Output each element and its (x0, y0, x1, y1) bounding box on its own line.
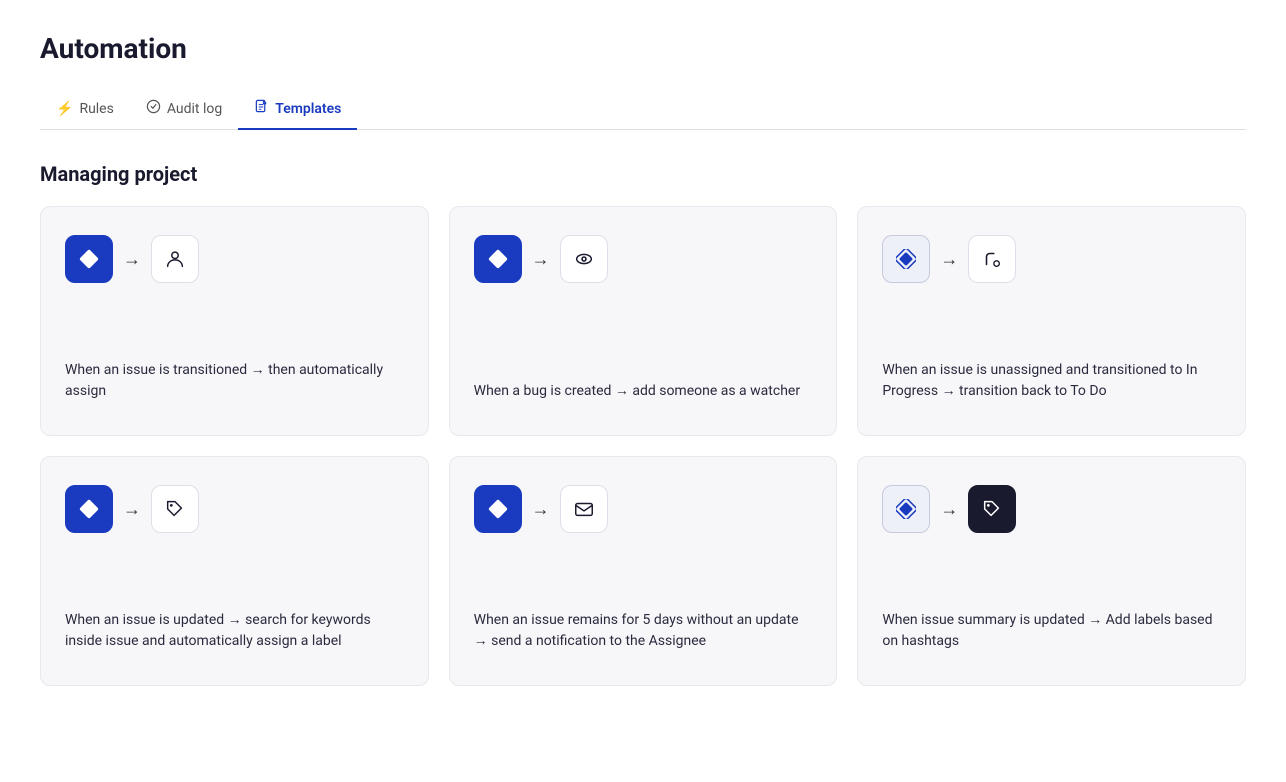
card-6-right-icon (968, 485, 1016, 533)
tabs-container: ⚡ Rules Audit log (40, 89, 1246, 130)
card-2[interactable]: → When a bug is created → add someone as… (449, 206, 838, 436)
card-1-text: When an issue is transitioned → then aut… (65, 360, 404, 403)
card-3[interactable]: → When an issue is unassigned and transi… (857, 206, 1246, 436)
page-container: Automation ⚡ Rules Audit log (0, 0, 1286, 718)
card-6[interactable]: → When issue summary is updated → Add la… (857, 456, 1246, 686)
card-5-icons: → (474, 485, 813, 533)
card-6-text: When issue summary is updated → Add labe… (882, 610, 1221, 653)
card-5-text: When an issue remains for 5 days without… (474, 610, 813, 653)
card-4-arrow: → (123, 499, 141, 520)
card-1-arrow: → (123, 249, 141, 270)
card-3-text: When an issue is unassigned and transiti… (882, 360, 1221, 403)
tab-rules[interactable]: ⚡ Rules (40, 89, 130, 130)
card-2-icons: → (474, 235, 813, 283)
card-1-right-icon (151, 235, 199, 283)
card-3-left-icon (882, 235, 930, 283)
tab-templates[interactable]: Templates (238, 89, 357, 130)
card-5[interactable]: → When an issue remains for 5 days witho… (449, 456, 838, 686)
card-6-icons: → (882, 485, 1221, 533)
lightning-icon: ⚡ (56, 101, 73, 117)
card-4-icons: → (65, 485, 404, 533)
card-4-text: When an issue is updated → search for ke… (65, 610, 404, 653)
card-6-arrow: → (940, 499, 958, 520)
card-4-left-icon (65, 485, 113, 533)
card-6-left-icon (882, 485, 930, 533)
card-5-left-icon (474, 485, 522, 533)
card-1[interactable]: → When an issue is transitioned → then a… (40, 206, 429, 436)
card-3-icons: → (882, 235, 1221, 283)
card-4-right-icon (151, 485, 199, 533)
document-icon (254, 99, 269, 118)
card-2-right-icon (560, 235, 608, 283)
clock-check-icon (146, 99, 161, 118)
card-3-arrow: → (940, 249, 958, 270)
card-1-left-icon (65, 235, 113, 283)
card-1-icons: → (65, 235, 404, 283)
card-2-arrow: → (532, 249, 550, 270)
page-title: Automation (40, 32, 1246, 65)
tab-audit-log[interactable]: Audit log (130, 89, 238, 130)
cards-grid: → When an issue is transitioned → then a… (40, 206, 1246, 686)
card-3-right-icon (968, 235, 1016, 283)
card-2-text: When a bug is created → add someone as a… (474, 381, 813, 403)
card-2-left-icon (474, 235, 522, 283)
card-5-right-icon (560, 485, 608, 533)
section-title: Managing project (40, 162, 1246, 186)
card-4[interactable]: → When an issue is updated → search for … (40, 456, 429, 686)
card-5-arrow: → (532, 499, 550, 520)
